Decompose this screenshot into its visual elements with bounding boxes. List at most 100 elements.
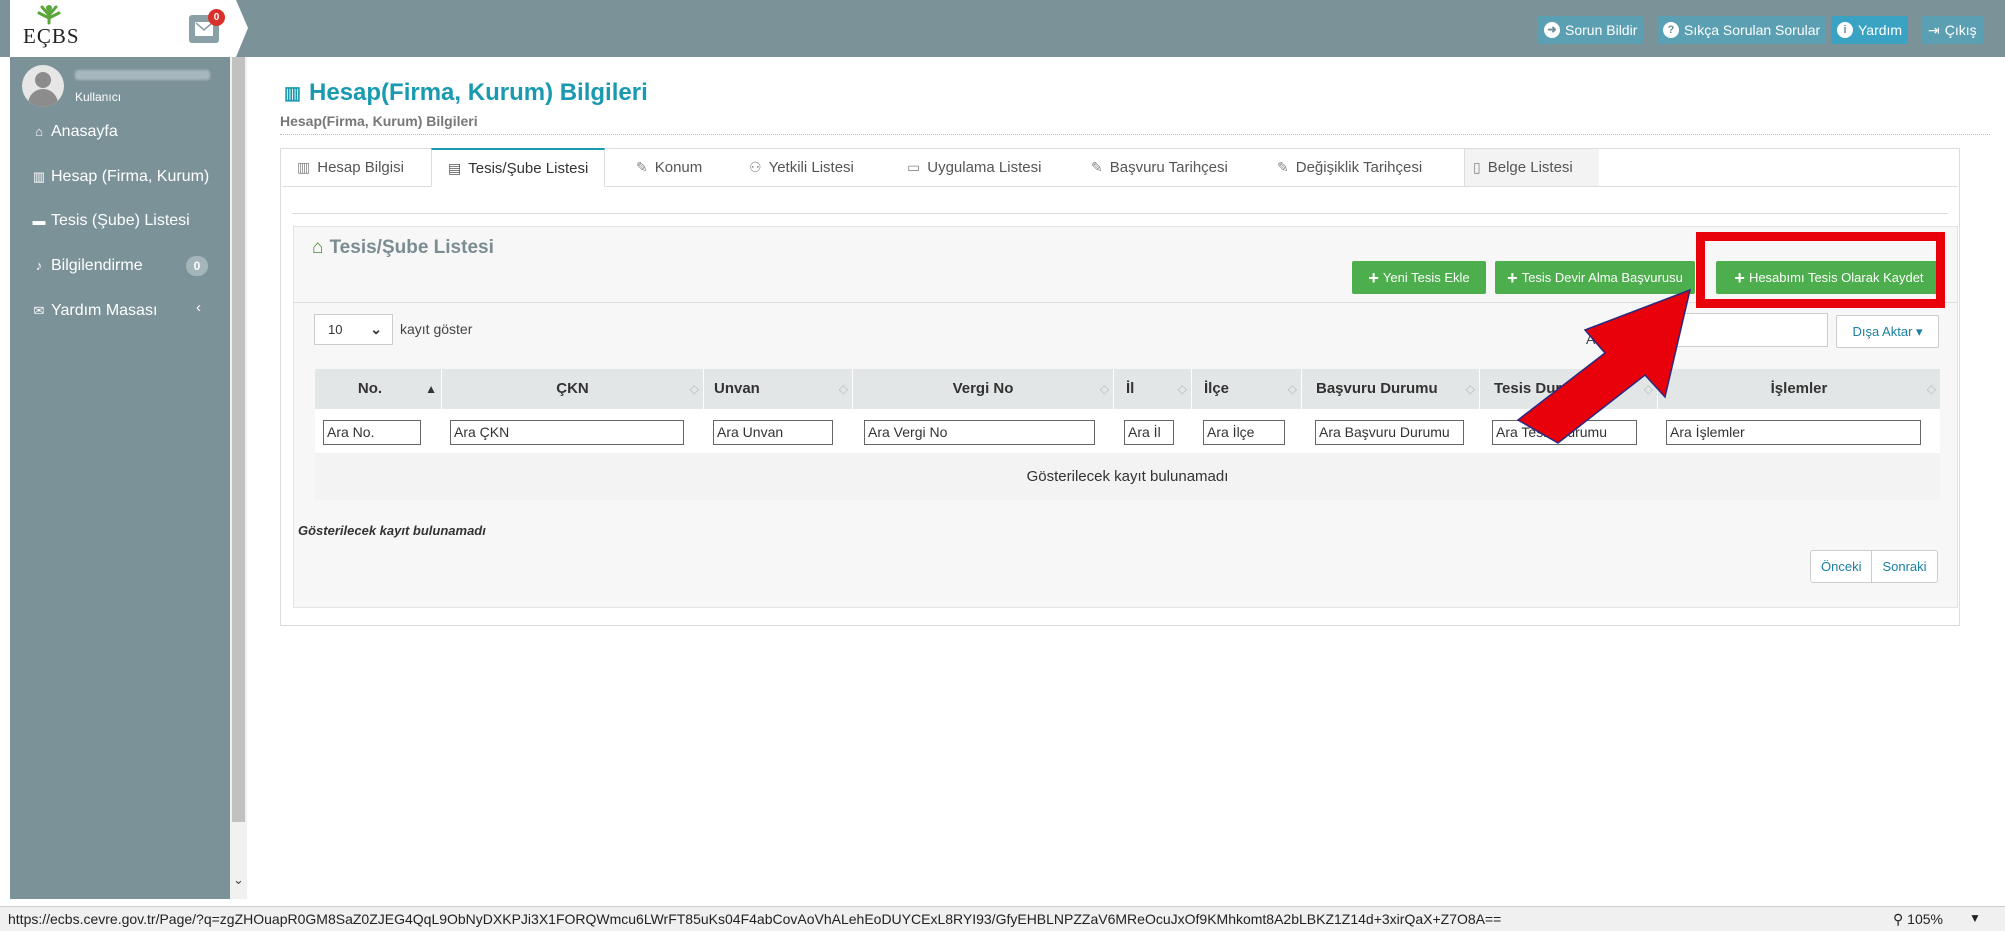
column-header-ckn[interactable]: ÇKN ◇ (442, 369, 704, 409)
tab-location[interactable]: ✎ Konum (636, 148, 702, 187)
sidebar-item-label: Tesis (Şube) Listesi (51, 212, 190, 229)
sort-icon: ◇ (1099, 382, 1109, 396)
envelope-icon: ✉ (33, 303, 45, 318)
column-header-label: İlçe (1204, 380, 1230, 397)
tab-facility-list[interactable]: ▤ Tesis/Şube Listesi (431, 148, 606, 187)
user-role: Kullanıcı (75, 90, 122, 104)
filter-input-district[interactable]: Ara İlçe (1203, 420, 1285, 445)
tab-label: Başvuru Tarihçesi (1109, 159, 1228, 176)
pagination: Önceki Sonraki (1810, 550, 1938, 583)
sort-icon: ◇ (1465, 382, 1475, 396)
zoom-level[interactable]: ⚲ 105% (1893, 911, 1943, 928)
tab-label: Yetkili Listesi (768, 159, 854, 176)
sidebar-item-label: Bilgilendirme (51, 257, 143, 274)
page-length-select[interactable]: 10 ⌄ (314, 314, 393, 345)
report-problem-button[interactable]: ➜ Sorun Bildir (1538, 16, 1644, 44)
sidebar-item-facilities[interactable]: ▬ Tesis (Şube) Listesi (32, 212, 190, 230)
tab-application-list[interactable]: ▭ Uygulama Listesi (907, 148, 1041, 187)
clipboard-icon: ▤ (448, 159, 462, 176)
column-header-label: İşlemler (1770, 380, 1828, 397)
column-header-actions[interactable]: İşlemler ◇ (1658, 369, 1940, 409)
question-icon: ? (1663, 22, 1679, 38)
logo-arrow (236, 0, 248, 57)
sidebar-scroll-thumb[interactable] (232, 57, 245, 822)
page-length-label: kayıt göster (400, 321, 473, 337)
filter-input-ckn[interactable]: Ara ÇKN (450, 420, 684, 445)
highlight-box (1696, 232, 1945, 308)
empty-table-message: Gösterilecek kayıt bulunamadı (315, 453, 1940, 500)
arrow-circle-icon: ➜ (1544, 22, 1560, 38)
tab-account-info[interactable]: ▥ Hesap Bilgisi (297, 148, 404, 187)
tab-document-list[interactable]: ▯ Belge Listesi (1473, 148, 1573, 187)
zoom-dropdown-icon[interactable]: ▼ (1969, 911, 1981, 925)
column-header-district[interactable]: İlçe ◇ (1192, 369, 1302, 409)
sidebar-item-label: Anasayfa (51, 123, 118, 140)
filter-input-no[interactable]: Ara No. (323, 420, 421, 445)
filter-input-tax-no[interactable]: Ara Vergi No (864, 420, 1095, 445)
scroll-down-icon[interactable]: ⌄ (233, 872, 244, 888)
store-icon: ▬ (32, 213, 46, 228)
page-title: ▥ Hesap(Firma, Kurum) Bilgileri (284, 79, 648, 107)
tab-application-history[interactable]: ✎ Başvuru Tarihçesi (1091, 148, 1228, 187)
sidebar-item-label: Yardım Masası (51, 302, 158, 319)
edit-icon: ✎ (1091, 159, 1103, 175)
filter-input-actions[interactable]: Ara İşlemler (1666, 420, 1921, 445)
sidebar-item-label: Hesap (Firma, Kurum) (51, 168, 210, 185)
faq-button[interactable]: ? Sıkça Sorulan Sorular (1657, 16, 1827, 44)
chevron-left-icon[interactable]: ‹ (196, 299, 201, 316)
column-header-label: Vergi No (952, 380, 1014, 397)
column-header-title[interactable]: Unvan ◇ (704, 369, 853, 409)
leaf-logo-icon (37, 5, 61, 25)
home-icon: ⌂ (35, 124, 43, 139)
tab-label: Konum (654, 159, 703, 176)
column-header-no[interactable]: No. ▲ (315, 369, 442, 409)
column-header-label: ÇKN (556, 380, 589, 397)
user-name-redacted (75, 70, 210, 80)
tab-label: Tesis/Şube Listesi (468, 159, 589, 177)
column-header-city[interactable]: İl ◇ (1114, 369, 1192, 409)
chevron-down-icon: ⌄ (370, 321, 382, 337)
column-header-tax-no[interactable]: Vergi No ◇ (853, 369, 1114, 409)
divider (280, 134, 1990, 135)
page-title-text: Hesap(Firma, Kurum) Bilgileri (309, 79, 648, 106)
tab-change-history[interactable]: ✎ Değişiklik Tarihçesi (1277, 148, 1422, 187)
box-title: ⌂ Tesis/Şube Listesi (312, 237, 494, 259)
filter-input-city[interactable]: Ara İl (1124, 420, 1174, 445)
next-page-button[interactable]: Sonraki (1871, 551, 1936, 582)
sidebar-item-home[interactable]: ⌂ Anasayfa (32, 123, 118, 141)
column-header-label: Başvuru Durumu (1316, 380, 1438, 397)
building-icon: ▥ (32, 169, 46, 184)
building-icon: ▥ (297, 159, 311, 175)
filter-input-application-status[interactable]: Ara Başvuru Durumu (1315, 420, 1464, 445)
help-label: Yardım (1858, 22, 1903, 38)
logo-text: EÇBS (23, 24, 80, 48)
help-button[interactable]: i Yardım (1831, 16, 1909, 44)
sidebar-item-account[interactable]: ▥ Hesap (Firma, Kurum) (32, 168, 209, 186)
sidebar-item-helpdesk[interactable]: ✉ Yardım Masası (32, 302, 158, 320)
table-info: Gösterilecek kayıt bulunamadı (298, 523, 486, 538)
tab-label: Uygulama Listesi (927, 159, 1042, 176)
notification-badge: 0 (186, 256, 208, 276)
box-title-text: Tesis/Şube Listesi (329, 237, 494, 258)
laptop-icon: ▭ (907, 159, 921, 175)
filter-input-title[interactable]: Ara Unvan (713, 420, 833, 445)
sort-icon: ◇ (1926, 382, 1936, 396)
tab-authorized-list[interactable]: ⚇ Yetkili Listesi (749, 148, 854, 187)
export-label: Dışa Aktar (1852, 324, 1913, 339)
zoom-value: 105% (1907, 911, 1943, 927)
column-header-application-status[interactable]: Başvuru Durumu ◇ (1302, 369, 1480, 409)
logout-button[interactable]: ⇥ Çıkış (1922, 16, 1983, 44)
add-facility-button[interactable]: + Yeni Tesis Ekle (1352, 261, 1486, 294)
sidebar-item-notifications[interactable]: ♪ Bilgilendirme (32, 257, 143, 275)
logout-label: Çıkış (1944, 22, 1977, 38)
previous-page-button[interactable]: Önceki (1811, 551, 1871, 582)
export-button[interactable]: Dışa Aktar ▾ (1836, 315, 1939, 348)
breadcrumb: Hesap(Firma, Kurum) Bilgileri (280, 113, 478, 129)
tab-label: Belge Listesi (1487, 159, 1573, 176)
bell-icon: ♪ (35, 258, 43, 273)
column-header-label: İl (1126, 380, 1135, 397)
info-icon: i (1837, 22, 1853, 38)
avatar (22, 65, 64, 107)
status-url: https://ecbs.cevre.gov.tr/Page/?q=zgZHOu… (8, 911, 1502, 927)
add-facility-label: Yeni Tesis Ekle (1382, 270, 1470, 285)
